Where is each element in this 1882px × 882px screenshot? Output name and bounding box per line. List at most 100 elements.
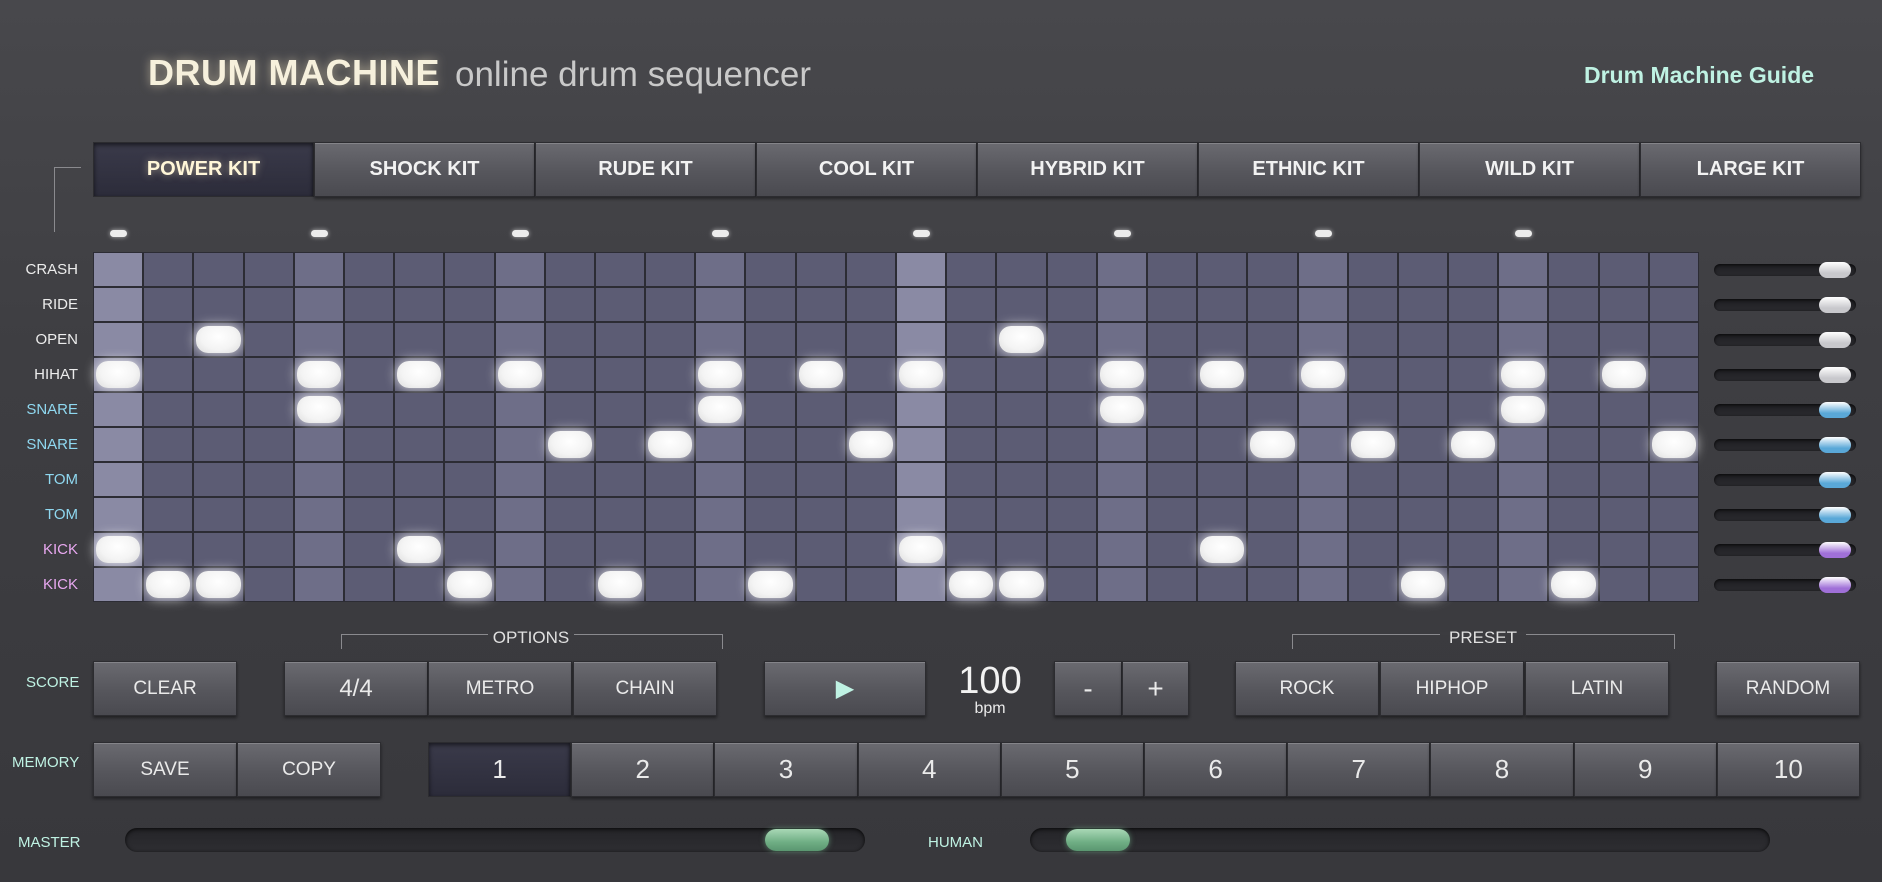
step-cell[interactable] <box>595 288 645 321</box>
step-cell[interactable] <box>244 568 293 601</box>
step-cell[interactable] <box>1147 288 1197 321</box>
memory-slot-4[interactable]: 4 <box>857 742 1001 797</box>
step-cell[interactable] <box>344 393 394 426</box>
step-cell[interactable] <box>1348 288 1397 321</box>
step-cell[interactable] <box>746 568 795 601</box>
step-cell[interactable] <box>1499 358 1548 391</box>
step-cell[interactable] <box>1449 253 1498 286</box>
step-cell[interactable] <box>696 428 745 461</box>
step-cell[interactable] <box>1398 498 1448 531</box>
track-volume-knob[interactable] <box>1818 436 1851 453</box>
bpm-decrease-button[interactable]: - <box>1054 661 1122 716</box>
step-cell[interactable] <box>144 533 193 566</box>
step-cell[interactable] <box>194 253 243 286</box>
step-cell[interactable] <box>1298 393 1347 426</box>
step-cell[interactable] <box>94 568 143 601</box>
step-cell[interactable] <box>445 568 494 601</box>
step-cell[interactable] <box>1398 288 1448 321</box>
step-cell[interactable] <box>646 568 695 601</box>
step-cell[interactable] <box>194 323 243 356</box>
step-cell[interactable] <box>1047 428 1096 461</box>
track-volume-knob[interactable] <box>1818 506 1851 523</box>
step-cell[interactable] <box>1449 498 1498 531</box>
step-cell[interactable] <box>947 288 996 321</box>
step-cell[interactable] <box>395 393 444 426</box>
step-cell[interactable] <box>1147 428 1197 461</box>
step-cell[interactable] <box>445 358 494 391</box>
step-cell[interactable] <box>495 568 544 601</box>
step-cell[interactable] <box>344 463 394 496</box>
step-cell[interactable] <box>1248 533 1297 566</box>
kit-tab-cool-kit[interactable]: COOL KIT <box>756 142 977 197</box>
step-cell[interactable] <box>947 498 996 531</box>
step-cell[interactable] <box>696 393 745 426</box>
memory-slot-6[interactable]: 6 <box>1144 742 1288 797</box>
step-cell[interactable] <box>1549 358 1598 391</box>
step-cell[interactable] <box>495 428 544 461</box>
step-cell[interactable] <box>947 428 996 461</box>
step-cell[interactable] <box>1549 323 1598 356</box>
preset-rock-button[interactable]: ROCK <box>1235 661 1379 716</box>
step-cell[interactable] <box>1348 498 1397 531</box>
step-cell[interactable] <box>1549 568 1598 601</box>
step-cell[interactable] <box>545 428 594 461</box>
step-cell[interactable] <box>1047 463 1096 496</box>
kit-tab-rude-kit[interactable]: RUDE KIT <box>535 142 756 197</box>
track-volume-slider[interactable] <box>1714 296 1856 313</box>
step-cell[interactable] <box>1449 393 1498 426</box>
step-cell[interactable] <box>1398 568 1448 601</box>
step-cell[interactable] <box>1198 498 1247 531</box>
human-slider-knob[interactable] <box>1065 829 1130 851</box>
memory-slot-2[interactable]: 2 <box>571 742 715 797</box>
step-cell[interactable] <box>1097 393 1146 426</box>
step-cell[interactable] <box>1248 253 1297 286</box>
step-cell[interactable] <box>1147 253 1197 286</box>
step-cell[interactable] <box>1599 568 1648 601</box>
step-cell[interactable] <box>1248 463 1297 496</box>
step-cell[interactable] <box>144 358 193 391</box>
step-cell[interactable] <box>395 498 444 531</box>
step-cell[interactable] <box>1348 463 1397 496</box>
chain-button[interactable]: CHAIN <box>573 661 717 716</box>
step-cell[interactable] <box>1047 358 1096 391</box>
step-cell[interactable] <box>897 498 946 531</box>
step-cell[interactable] <box>1549 533 1598 566</box>
step-cell[interactable] <box>796 253 845 286</box>
memory-slot-10[interactable]: 10 <box>1716 742 1860 797</box>
step-cell[interactable] <box>646 323 695 356</box>
step-cell[interactable] <box>1198 428 1247 461</box>
metro-button[interactable]: METRO <box>428 661 572 716</box>
step-cell[interactable] <box>294 393 343 426</box>
step-cell[interactable] <box>646 358 695 391</box>
step-cell[interactable] <box>1649 288 1698 321</box>
step-cell[interactable] <box>1348 393 1397 426</box>
step-cell[interactable] <box>1198 358 1247 391</box>
step-cell[interactable] <box>395 428 444 461</box>
step-cell[interactable] <box>344 498 394 531</box>
step-cell[interactable] <box>194 568 243 601</box>
step-cell[interactable] <box>1449 358 1498 391</box>
step-cell[interactable] <box>746 428 795 461</box>
track-volume-slider[interactable] <box>1714 401 1856 418</box>
step-cell[interactable] <box>1649 463 1698 496</box>
step-cell[interactable] <box>1348 533 1397 566</box>
step-cell[interactable] <box>796 463 845 496</box>
step-cell[interactable] <box>244 393 293 426</box>
step-cell[interactable] <box>194 393 243 426</box>
step-cell[interactable] <box>947 253 996 286</box>
step-cell[interactable] <box>545 498 594 531</box>
track-volume-knob[interactable] <box>1818 401 1851 418</box>
memory-slot-8[interactable]: 8 <box>1430 742 1574 797</box>
step-cell[interactable] <box>344 428 394 461</box>
kit-tab-power-kit[interactable]: POWER KIT <box>93 142 314 197</box>
step-cell[interactable] <box>1097 533 1146 566</box>
step-cell[interactable] <box>1348 253 1397 286</box>
step-cell[interactable] <box>646 393 695 426</box>
step-cell[interactable] <box>897 393 946 426</box>
step-cell[interactable] <box>1398 323 1448 356</box>
step-cell[interactable] <box>1348 568 1397 601</box>
step-cell[interactable] <box>1047 498 1096 531</box>
step-cell[interactable] <box>1449 568 1498 601</box>
step-cell[interactable] <box>746 323 795 356</box>
step-cell[interactable] <box>696 498 745 531</box>
